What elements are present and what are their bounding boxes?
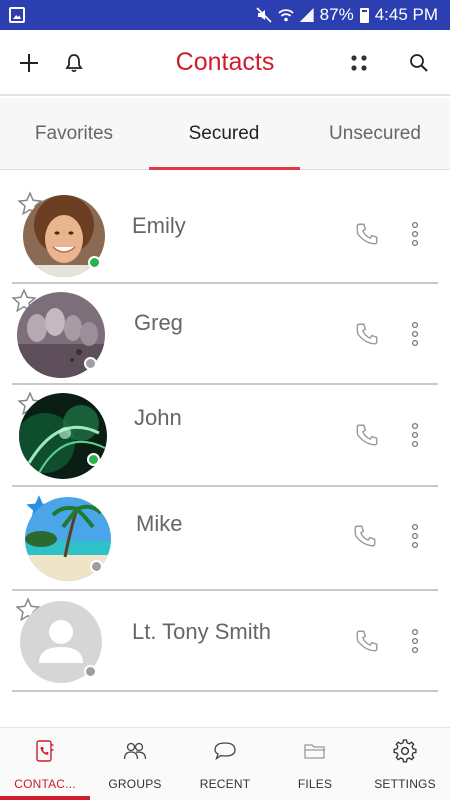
contacts-icon bbox=[32, 738, 58, 764]
chat-bubble-icon bbox=[212, 738, 238, 764]
nav-contacts[interactable]: CONTAC... bbox=[0, 728, 90, 800]
bottom-navigation: CONTAC... GROUPS RECENT FILES SETTINGS bbox=[0, 727, 450, 800]
phone-icon[interactable] bbox=[354, 321, 380, 347]
more-options-icon[interactable] bbox=[407, 321, 423, 347]
signal-icon bbox=[299, 8, 314, 22]
status-bar: 87% 4:45 PM bbox=[0, 0, 450, 30]
more-options-icon[interactable] bbox=[407, 221, 423, 247]
phone-icon[interactable] bbox=[354, 221, 380, 247]
row-divider bbox=[12, 690, 438, 692]
mute-icon bbox=[256, 7, 272, 23]
more-options-icon[interactable] bbox=[407, 523, 423, 549]
nav-recent[interactable]: RECENT bbox=[180, 728, 270, 800]
contact-name: Greg bbox=[134, 310, 183, 335]
offline-status-indicator bbox=[90, 560, 103, 573]
active-nav-indicator bbox=[0, 796, 90, 800]
offline-status-indicator bbox=[84, 665, 97, 678]
nav-label: CONTAC... bbox=[14, 777, 76, 791]
nav-groups[interactable]: GROUPS bbox=[90, 728, 180, 800]
tab-secured[interactable]: Secured bbox=[148, 98, 300, 170]
contact-tabs: Favorites Secured Unsecured bbox=[0, 98, 450, 170]
nav-settings[interactable]: SETTINGS bbox=[360, 728, 450, 800]
tab-unsecured[interactable]: Unsecured bbox=[300, 98, 450, 170]
tab-favorites[interactable]: Favorites bbox=[0, 98, 148, 170]
contact-row-tony-smith[interactable]: Lt. Tony Smith bbox=[0, 591, 450, 691]
contact-name: Emily bbox=[132, 213, 186, 238]
contact-row-john[interactable]: John bbox=[0, 385, 450, 485]
active-tab-indicator bbox=[149, 167, 300, 170]
battery-percentage: 87% bbox=[319, 5, 354, 24]
grid-icon bbox=[351, 55, 367, 71]
wifi-icon bbox=[278, 9, 294, 22]
avatar bbox=[19, 393, 107, 479]
gear-icon bbox=[392, 738, 418, 764]
folder-icon bbox=[302, 738, 328, 764]
contact-name: Mike bbox=[136, 511, 183, 536]
page-title: Contacts bbox=[175, 48, 275, 76]
more-options-icon[interactable] bbox=[407, 628, 423, 654]
nav-label: RECENT bbox=[199, 777, 251, 791]
contact-row-emily[interactable]: Emily bbox=[0, 181, 450, 281]
battery-icon bbox=[359, 7, 369, 23]
groups-icon bbox=[122, 738, 148, 764]
online-status-indicator bbox=[88, 256, 101, 269]
green-abstract-image bbox=[19, 393, 107, 479]
status-icons: 87% 4:45 PM bbox=[256, 5, 438, 25]
phone-icon[interactable] bbox=[354, 628, 380, 654]
grid-view-button[interactable] bbox=[341, 45, 377, 81]
contact-name: Lt. Tony Smith bbox=[132, 619, 271, 644]
nav-label: FILES bbox=[297, 777, 333, 791]
search-button[interactable] bbox=[401, 45, 437, 81]
nav-label: SETTINGS bbox=[374, 777, 436, 791]
app-bar: Contacts bbox=[0, 30, 450, 96]
phone-icon[interactable] bbox=[352, 523, 378, 549]
nav-files[interactable]: FILES bbox=[270, 728, 360, 800]
search-icon bbox=[410, 54, 428, 72]
contact-row-greg[interactable]: Greg bbox=[0, 284, 450, 384]
nav-label: GROUPS bbox=[108, 777, 162, 791]
contact-name: John bbox=[134, 405, 182, 430]
phone-icon[interactable] bbox=[354, 422, 380, 448]
gallery-icon bbox=[9, 7, 25, 23]
online-status-indicator bbox=[87, 453, 100, 466]
more-options-icon[interactable] bbox=[407, 422, 423, 448]
status-time: 4:45 PM bbox=[374, 5, 438, 24]
contact-row-mike[interactable]: Mike bbox=[0, 487, 450, 587]
offline-status-indicator bbox=[84, 357, 97, 370]
